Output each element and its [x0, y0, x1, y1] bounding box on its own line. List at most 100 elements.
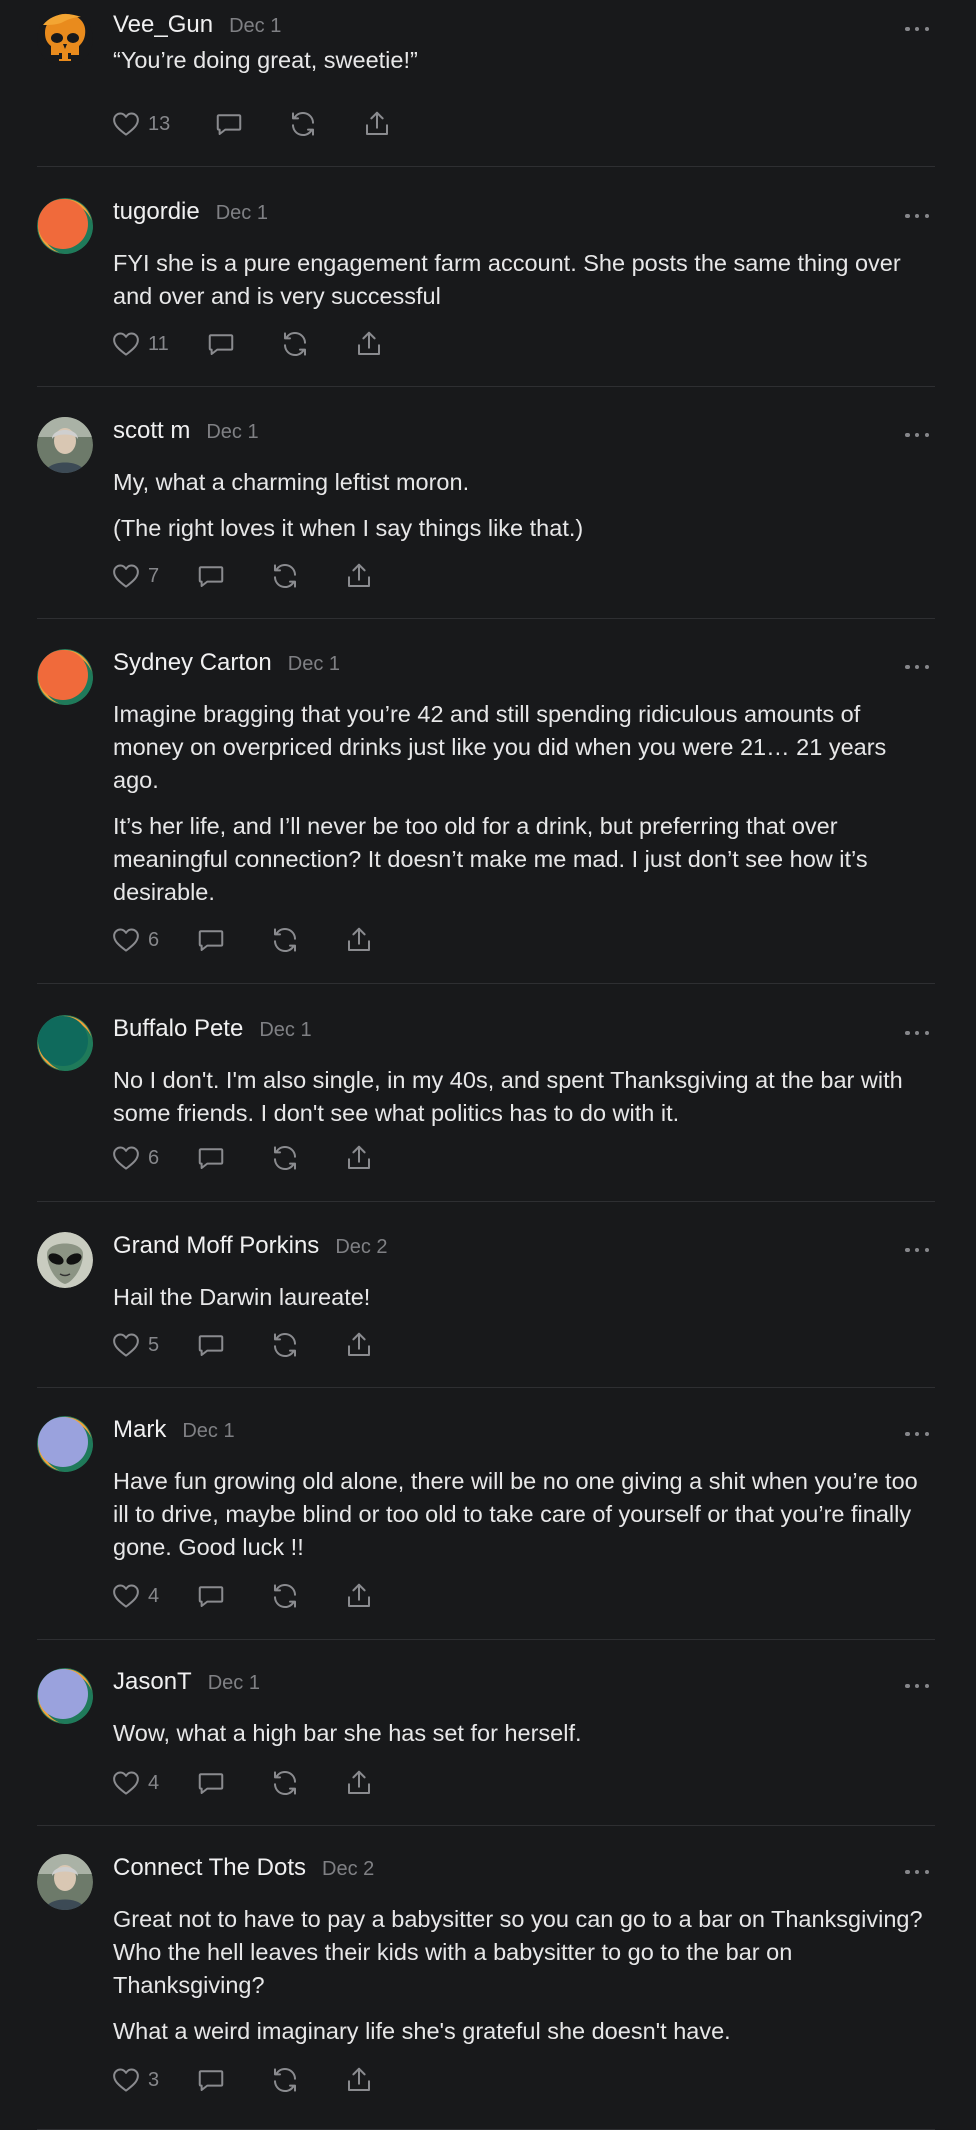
share-button[interactable]: [344, 1765, 374, 1801]
reply-button[interactable]: [196, 2062, 226, 2098]
comment-date[interactable]: Dec 1: [288, 653, 340, 676]
like-button[interactable]: 5: [111, 1327, 159, 1363]
reply-button[interactable]: [206, 326, 236, 362]
more-dots-icon[interactable]: [905, 430, 929, 440]
more-dots-icon[interactable]: [905, 1681, 929, 1691]
restack-button[interactable]: [270, 1578, 300, 1614]
comment-date[interactable]: Dec 1: [216, 202, 268, 225]
avatar[interactable]: [37, 417, 93, 473]
comment-date[interactable]: Dec 1: [229, 15, 281, 38]
reply-button[interactable]: [196, 1765, 226, 1801]
comment-date[interactable]: Dec 1: [259, 1019, 311, 1042]
like-button[interactable]: 6: [111, 922, 159, 958]
comment-header: tugordie Dec 1: [113, 198, 268, 226]
restack-button[interactable]: [288, 106, 318, 142]
like-button[interactable]: 3: [111, 2062, 159, 2098]
restack-button[interactable]: [270, 1327, 300, 1363]
more-dots-icon[interactable]: [905, 1245, 929, 1255]
avatar[interactable]: [37, 1416, 93, 1472]
like-button[interactable]: 7: [111, 558, 159, 594]
share-button[interactable]: [344, 1327, 374, 1363]
like-button[interactable]: 4: [111, 1578, 159, 1614]
share-button[interactable]: [344, 558, 374, 594]
comment-date[interactable]: Dec 2: [322, 1858, 374, 1881]
more-dots-icon[interactable]: [905, 211, 929, 221]
like-button[interactable]: 4: [111, 1765, 159, 1801]
heart-icon: [113, 1771, 139, 1795]
username[interactable]: Vee_Gun: [113, 11, 213, 39]
avatar[interactable]: [37, 11, 93, 67]
comment-item: JasonT Dec 1 Wow, what a high bar she has …: [37, 1640, 935, 1826]
restack-button[interactable]: [270, 558, 300, 594]
more-dots-icon[interactable]: [905, 662, 929, 672]
avatar[interactable]: [37, 1015, 93, 1071]
comment-header: Grand Moff Porkins Dec 2: [113, 1232, 388, 1260]
restack-button[interactable]: [280, 326, 310, 362]
more-dots-icon[interactable]: [905, 1429, 929, 1439]
like-button[interactable]: 11: [111, 326, 169, 362]
share-button[interactable]: [344, 922, 374, 958]
comment-date[interactable]: Dec 1: [206, 421, 258, 444]
username[interactable]: scott m: [113, 417, 190, 445]
comment-body: Imagine bragging that you’re 42 and stil…: [113, 698, 933, 909]
like-button[interactable]: 6: [111, 1140, 159, 1176]
comment-item: tugordie Dec 1 FYI she is a pure engagemen…: [37, 167, 935, 387]
share-button[interactable]: [344, 1578, 374, 1614]
comment-item: Vee_Gun Dec 1 “You’re doing great, sweetie…: [37, 0, 935, 167]
more-dots-icon[interactable]: [905, 1028, 929, 1038]
restack-button[interactable]: [270, 922, 300, 958]
like-button[interactable]: 13: [111, 106, 170, 142]
username[interactable]: Grand Moff Porkins: [113, 1232, 319, 1260]
share-button[interactable]: [344, 2062, 374, 2098]
comment-date[interactable]: Dec 2: [335, 1236, 387, 1259]
comment-actions: 3: [111, 2062, 374, 2098]
share-icon: [348, 1145, 371, 1169]
reply-button[interactable]: [196, 558, 226, 594]
comment-actions: 13: [111, 106, 392, 142]
comment-body: “You’re doing great, sweetie!”: [113, 44, 933, 77]
comment-bubble-icon: [198, 2070, 224, 2091]
share-button[interactable]: [344, 1140, 374, 1176]
comment-date[interactable]: Dec 1: [208, 1672, 260, 1695]
restack-button[interactable]: [270, 2062, 300, 2098]
restack-button[interactable]: [270, 1765, 300, 1801]
username[interactable]: tugordie: [113, 198, 200, 226]
comment-date[interactable]: Dec 1: [182, 1420, 234, 1443]
share-button[interactable]: [362, 106, 392, 142]
username[interactable]: Buffalo Pete: [113, 1015, 243, 1043]
like-count: 4: [148, 1771, 160, 1794]
username[interactable]: Mark: [113, 1416, 166, 1444]
username[interactable]: JasonT: [113, 1668, 192, 1696]
comment-header: JasonT Dec 1: [113, 1668, 260, 1696]
avatar[interactable]: [37, 1854, 93, 1910]
comment-item: Buffalo Pete Dec 1 No I don't. I'm also si…: [37, 984, 935, 1202]
heart-icon: [113, 1584, 139, 1608]
reply-button[interactable]: [196, 1578, 226, 1614]
restack-button[interactable]: [270, 1140, 300, 1176]
more-dots-icon[interactable]: [905, 24, 929, 34]
restack-icon: [274, 1332, 297, 1358]
avatar[interactable]: [37, 198, 93, 254]
comment-actions: 5: [111, 1327, 374, 1363]
reply-button[interactable]: [196, 1140, 226, 1176]
like-count: 13: [148, 112, 171, 135]
comment-body: Hail the Darwin laureate!: [113, 1281, 933, 1314]
comment-item: Sydney Carton Dec 1 Imagine bragging that …: [37, 619, 935, 984]
share-button[interactable]: [354, 326, 384, 362]
username[interactable]: Sydney Carton: [113, 649, 272, 677]
comment-paragraph: FYI she is a pure engagement farm accoun…: [113, 250, 901, 309]
reply-button[interactable]: [196, 922, 226, 958]
comment-paragraph: It’s her life, and I’ll never be too old…: [113, 813, 868, 905]
share-icon: [348, 563, 371, 587]
avatar[interactable]: [37, 1668, 93, 1724]
like-count: 5: [148, 1333, 160, 1356]
more-dots-icon[interactable]: [905, 1867, 929, 1877]
avatar[interactable]: [37, 1232, 93, 1288]
like-count: 11: [148, 332, 169, 355]
comment-body: Great not to have to pay a babysitter so…: [113, 1903, 933, 2048]
comment-item: scott m Dec 1 My, what a charming leftist …: [37, 387, 935, 619]
reply-button[interactable]: [214, 106, 244, 142]
avatar[interactable]: [37, 649, 93, 705]
username[interactable]: Connect The Dots: [113, 1854, 306, 1882]
reply-button[interactable]: [196, 1327, 226, 1363]
